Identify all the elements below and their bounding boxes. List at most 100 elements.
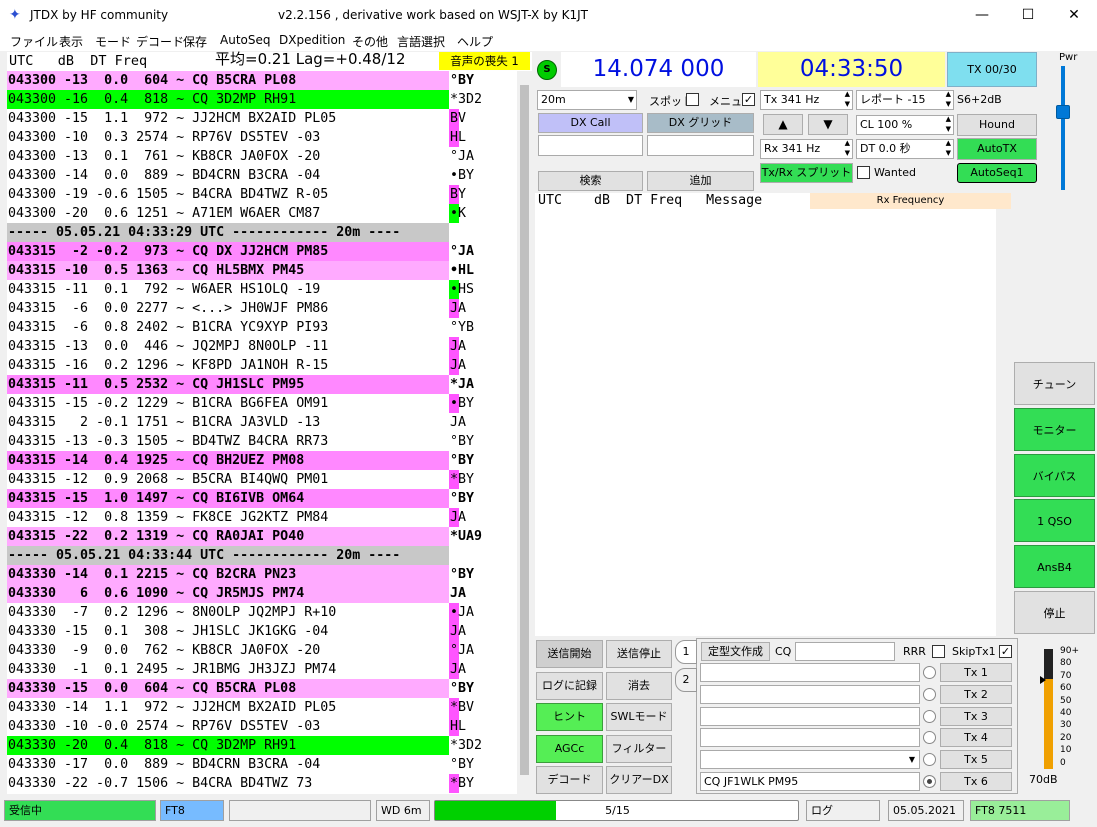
dx-call-input[interactable] xyxy=(538,135,643,156)
decode-row[interactable]: 043330 -1 0.1 2495 ~ JR1BMG JH3JZJ PM74 J… xyxy=(7,660,517,679)
decode-row[interactable]: 043330 -15 0.0 604 ~ CQ B5CRA PL08 °BY xyxy=(7,679,517,698)
decode-row[interactable]: 043300 -19 -0.6 1505 ~ B4CRA BD4TWZ R-05… xyxy=(7,185,517,204)
decode-row[interactable]: 043300 -16 0.4 818 ~ CQ 3D2MP RH91 *3D2 xyxy=(7,90,517,109)
right-button-4[interactable]: AnsB4 xyxy=(1014,545,1095,589)
auto-tx-button[interactable]: AutoTX xyxy=(957,138,1037,160)
generate-messages-button[interactable]: 定型文作成 xyxy=(701,642,770,661)
tx-message-input[interactable] xyxy=(700,728,920,748)
chevron-down-icon[interactable]: ▼ xyxy=(909,751,915,768)
decode-row[interactable]: 043315 -13 -0.3 1505 ~ BD4TWZ B4CRA RR73… xyxy=(7,432,517,451)
decode-row[interactable]: 043330 -15 0.1 308 ~ JH1SLC JK1GKG -04 JA xyxy=(7,622,517,641)
rx-frequency-spinbox[interactable]: Rx 341 Hz ▲ ▼ xyxy=(760,139,853,159)
tx-message-input[interactable]: ▼ xyxy=(700,750,920,770)
menu-language[interactable]: 言語選択 xyxy=(397,33,445,50)
dx-grid-input[interactable] xyxy=(647,135,754,156)
decode-row[interactable]: 043330 -22 -0.7 1506 ~ B4CRA BD4TWZ 73 *B… xyxy=(7,774,517,793)
decode-row[interactable]: 043330 -14 1.1 972 ~ JJ2HCM BX2AID PL05 *… xyxy=(7,698,517,717)
power-slider-track[interactable] xyxy=(1061,66,1065,190)
spin-arrows-icon[interactable]: ▲ ▼ xyxy=(845,89,850,109)
tx-message-input[interactable]: CQ JF1WLK PM95 xyxy=(700,772,920,791)
tx-message-input[interactable] xyxy=(700,706,920,726)
decode-row[interactable]: 043315 -13 0.0 446 ~ JQ2MPJ 8N0OLP -11 JA xyxy=(7,337,517,356)
decode-row[interactable]: 043330 -10 -0.0 2574 ~ RP76V DS5TEV -03 H… xyxy=(7,717,517,736)
menu-checkbox[interactable]: ✓ xyxy=(742,93,755,106)
rx-scrollbar[interactable] xyxy=(996,209,1011,636)
wanted-checkbox[interactable] xyxy=(857,166,870,179)
spin-arrows-icon[interactable]: ▲ ▼ xyxy=(946,114,951,134)
arrow-down-button[interactable]: ▼ xyxy=(808,114,848,135)
scroll-thumb[interactable] xyxy=(520,85,529,775)
tab-2[interactable]: 2 xyxy=(675,668,697,692)
spin-arrows-icon[interactable]: ▲ ▼ xyxy=(946,138,951,158)
decode-scrollbar[interactable] xyxy=(517,71,532,794)
decode-row[interactable]: 043300 -20 0.6 1251 ~ A71EM W6AER CM87 •K xyxy=(7,204,517,223)
menu-help[interactable]: ヘルプ xyxy=(457,33,493,50)
right-button-0[interactable]: チューン xyxy=(1014,362,1095,405)
decode-row[interactable]: 043330 -17 0.0 889 ~ BD4CRN B3CRA -04 °BY xyxy=(7,755,517,774)
tx-radio-button[interactable] xyxy=(923,666,936,679)
decode-row[interactable]: 043315 2 -0.1 1751 ~ B1CRA JA3VLD -13 JA xyxy=(7,413,517,432)
decode-row[interactable]: 043330 -7 0.2 1296 ~ 8N0OLP JQ2MPJ R+10 •… xyxy=(7,603,517,622)
decode-row[interactable]: 043315 -6 0.0 2277 ~ <...> JH0WJF PM86 JA xyxy=(7,299,517,318)
menu-autoseq[interactable]: AutoSeq xyxy=(220,33,270,47)
arrow-up-button[interactable]: ▲ xyxy=(763,114,803,135)
right-button-1[interactable]: モニター xyxy=(1014,407,1095,451)
decode-row[interactable]: 043315 -6 0.8 2402 ~ B1CRA YC9XYP PI93 °Y… xyxy=(7,318,517,337)
tx-radio-button[interactable] xyxy=(923,687,936,701)
tx-period-button[interactable]: TX 00/30 xyxy=(947,52,1037,87)
tx-6-button[interactable]: Tx 6 xyxy=(940,772,1012,791)
tx-3-button[interactable]: Tx 3 xyxy=(940,706,1012,726)
decode-row[interactable]: 043315 -16 0.2 1296 ~ KF8PD JA1NOH R-15 J… xyxy=(7,356,517,375)
minimize-button[interactable]: — xyxy=(959,0,1005,31)
tx-frequency-spinbox[interactable]: Tx 341 Hz ▲ ▼ xyxy=(760,90,853,110)
tx-radio-button[interactable] xyxy=(923,775,936,788)
close-button[interactable]: ✕ xyxy=(1051,0,1097,31)
decode-row[interactable]: 043330 -9 0.0 762 ~ KB8CR JA0FOX -20 °JA xyxy=(7,641,517,660)
autoseq-button[interactable]: AutoSeq1 xyxy=(957,163,1037,183)
power-slider-handle[interactable] xyxy=(1056,105,1070,119)
cl-spinbox[interactable]: CL 100 % ▲ ▼ xyxy=(856,115,954,135)
control-button-6[interactable]: AGCc xyxy=(536,734,603,763)
tx-radio-button[interactable] xyxy=(923,709,936,723)
decode-row[interactable]: 043315 -12 0.8 1359 ~ FK8CE JG2KTZ PM84 J… xyxy=(7,508,517,527)
right-button-5[interactable]: 停止 xyxy=(1014,591,1095,634)
menu-mode[interactable]: モード xyxy=(95,33,131,50)
menu-dxpedition[interactable]: DXpedition xyxy=(279,33,345,47)
decode-row[interactable]: 043300 -14 0.0 889 ~ BD4CRN B3CRA -04 •BY xyxy=(7,166,517,185)
tx-5-button[interactable]: Tx 5 xyxy=(940,750,1012,770)
tx-2-button[interactable]: Tx 2 xyxy=(940,684,1012,704)
tx-4-button[interactable]: Tx 4 xyxy=(940,728,1012,748)
decode-row[interactable]: 043315 -14 0.4 1925 ~ CQ BH2UEZ PM08 °BY xyxy=(7,451,517,470)
dx-call-button[interactable]: DX Call xyxy=(538,113,643,133)
control-button-3[interactable]: 消去 xyxy=(606,671,672,700)
cq-input[interactable] xyxy=(795,642,895,661)
decode-row[interactable]: ----- 05.05.21 04:33:44 UTC ------------… xyxy=(7,546,517,565)
dx-grid-button[interactable]: DX グリッド xyxy=(647,113,754,133)
decode-row[interactable]: 043315 -11 0.5 2532 ~ CQ JH1SLC PM95 *JA xyxy=(7,375,517,394)
decode-row[interactable]: 043330 6 0.6 1090 ~ CQ JR5MJS PM74 JA xyxy=(7,584,517,603)
s-meter-button[interactable]: S xyxy=(537,60,557,80)
tx-1-button[interactable]: Tx 1 xyxy=(940,663,1012,682)
control-button-5[interactable]: SWLモード xyxy=(606,703,672,731)
tab-1[interactable]: 1 xyxy=(675,640,697,664)
decode-row[interactable]: 043315 -10 0.5 1363 ~ CQ HL5BMX PM45 •HL xyxy=(7,261,517,280)
spot-checkbox[interactable] xyxy=(686,93,699,106)
control-button-0[interactable]: 送信開始 xyxy=(536,640,603,668)
hound-button[interactable]: Hound xyxy=(957,114,1037,136)
txrx-split-button[interactable]: Tx/Rx スプリット xyxy=(760,163,853,183)
decode-row[interactable]: 043300 -13 0.1 761 ~ KB8CR JA0FOX -20 °JA xyxy=(7,147,517,166)
decode-list[interactable]: 043300 -13 0.0 604 ~ CQ B5CRA PL08 °BY 043… xyxy=(7,71,517,794)
control-button-8[interactable]: デコード xyxy=(536,766,603,794)
report-spinbox[interactable]: レポート -15 ▲ ▼ xyxy=(856,90,954,110)
control-button-1[interactable]: 送信停止 xyxy=(606,640,672,668)
decode-row[interactable]: 043330 -20 0.4 818 ~ CQ 3D2MP RH91 *3D2 xyxy=(7,736,517,755)
decode-row[interactable]: ----- 05.05.21 04:33:29 UTC ------------… xyxy=(7,223,517,242)
menu-decode[interactable]: デコード xyxy=(136,33,184,50)
decode-row[interactable]: 043300 -10 0.3 2574 ~ RP76V DS5TEV -03 HL xyxy=(7,128,517,147)
right-button-3[interactable]: 1 QSO xyxy=(1014,499,1095,543)
tx-message-input[interactable] xyxy=(700,663,920,682)
menu-view[interactable]: 表示 xyxy=(59,33,83,50)
maximize-button[interactable]: ☐ xyxy=(1005,0,1051,31)
right-button-2[interactable]: バイパス xyxy=(1014,453,1095,497)
rrr-checkbox[interactable] xyxy=(932,645,945,658)
